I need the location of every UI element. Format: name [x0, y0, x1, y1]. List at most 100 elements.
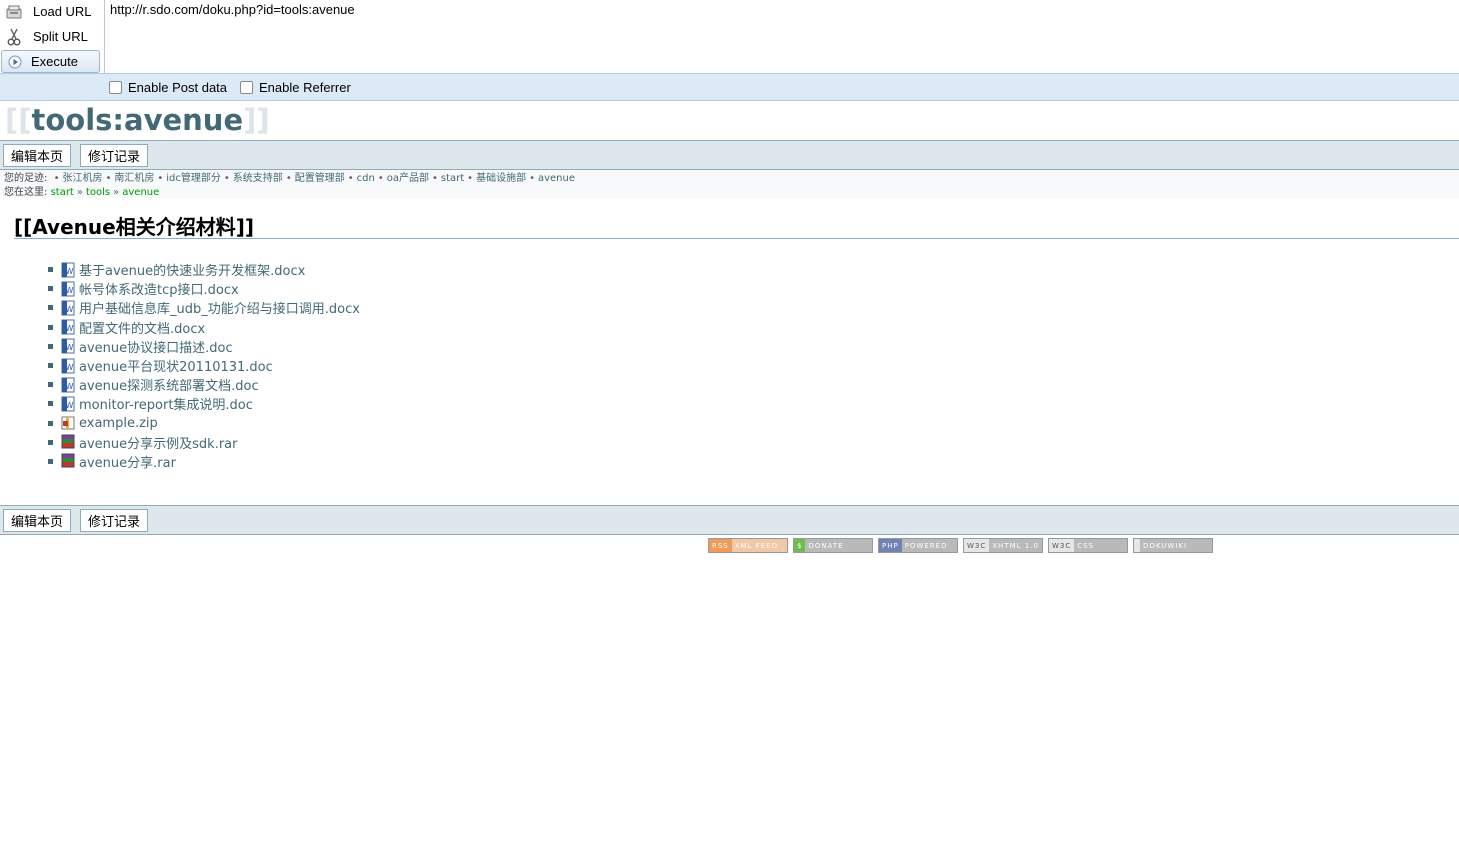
enable-referrer-checkbox[interactable]: [240, 81, 253, 94]
trail-link[interactable]: 张江机房: [62, 173, 102, 184]
list-item: Wavenue探测系统部署文档.doc: [48, 375, 360, 394]
bullet-icon: [48, 305, 53, 311]
footer-badge[interactable]: W3C XHTML 1.0: [963, 538, 1043, 553]
file-link[interactable]: avenue分享示例及sdk.rar: [79, 433, 237, 452]
word-doc-icon: W: [60, 262, 76, 278]
execute-button[interactable]: Execute: [1, 50, 100, 73]
file-link[interactable]: 配置文件的文档.docx: [79, 318, 205, 337]
bullet-icon: [48, 286, 53, 292]
svg-text:W: W: [66, 382, 74, 391]
trail-link[interactable]: avenue: [538, 173, 575, 184]
bottom-button-bar: 编辑本页 修订记录: [0, 505, 1459, 535]
file-link[interactable]: avenue协议接口描述.doc: [79, 337, 233, 356]
list-item: avenue分享.rar: [48, 452, 360, 471]
enable-referrer-option[interactable]: Enable Referrer: [240, 80, 351, 95]
bullet-icon: [48, 363, 53, 369]
badge-right: DONATE: [805, 539, 872, 552]
trace-label: 您的足迹:: [4, 173, 48, 184]
list-item: example.zip: [48, 414, 360, 433]
split-url-label: Split URL: [33, 29, 88, 44]
you-are-here-line: 您在这里: start» tools» avenue: [4, 186, 1459, 200]
here-link[interactable]: tools: [86, 187, 110, 198]
list-item: W 帐号体系改造tcp接口.docx: [48, 279, 360, 298]
trail-separator: •: [53, 173, 60, 184]
trail-separator: •: [467, 173, 474, 184]
svg-text:W: W: [66, 305, 74, 314]
edit-page-button[interactable]: 编辑本页: [3, 144, 72, 167]
rar-archive-icon: [60, 434, 76, 450]
trail-separator: •: [157, 173, 164, 184]
file-link[interactable]: example.zip: [79, 416, 158, 431]
here-link[interactable]: start: [51, 187, 74, 198]
file-link[interactable]: avenue分享.rar: [79, 452, 176, 471]
edit-page-button-bottom[interactable]: 编辑本页: [3, 509, 72, 532]
badge-left: W3C: [1049, 539, 1075, 552]
hackbar-options-bar: Enable Post data Enable Referrer: [0, 73, 1459, 101]
enable-post-label: Enable Post data: [128, 80, 228, 95]
scissors-icon: [4, 27, 24, 47]
file-link[interactable]: 基于avenue的快速业务开发框架.docx: [79, 260, 305, 279]
word-doc-icon: W: [60, 358, 76, 374]
trail-separator: •: [285, 173, 292, 184]
footer-badge[interactable]: RSS XML FEED: [708, 538, 788, 553]
enable-post-option[interactable]: Enable Post data: [109, 80, 227, 95]
load-url-icon: [4, 2, 24, 22]
footer-badge[interactable]: $ DONATE: [793, 538, 873, 553]
trace-line: 您的足迹: • 张江机房 • 南汇机房 • idc管理部分 • 系统支持部 • 配置管理部 • cdn…: [4, 172, 1459, 186]
enable-post-checkbox[interactable]: [109, 81, 122, 94]
section-heading: [[Avenue相关介绍材料]]: [14, 211, 1459, 239]
breadcrumbs: 您的足迹: • 张江机房 • 南汇机房 • idc管理部分 • 系统支持部 • 配置管理部 • cdn…: [0, 170, 1459, 198]
zip-archive-icon: [60, 415, 76, 431]
word-doc-icon: W: [60, 338, 76, 354]
url-textarea[interactable]: http://r.sdo.com/doku.php?id=tools:avenu…: [104, 0, 1459, 73]
badge-left: PHP: [879, 539, 902, 552]
here-separator: »: [113, 187, 120, 198]
bullet-icon: [48, 343, 53, 349]
badge-left: W3C: [964, 539, 990, 552]
trail-link[interactable]: 基础设施部: [476, 173, 526, 184]
page-title[interactable]: [[tools:avenue]]: [5, 103, 270, 137]
trail-link[interactable]: idc管理部分: [166, 173, 221, 184]
trail-link[interactable]: 系统支持部: [233, 173, 283, 184]
trail-link[interactable]: 南汇机房: [114, 173, 154, 184]
revisions-button[interactable]: 修订记录: [80, 144, 149, 167]
svg-text:W: W: [66, 363, 74, 372]
trail-link[interactable]: oa产品部: [387, 173, 429, 184]
badge-right: XHTML 1.0: [989, 539, 1042, 552]
list-item: Wmonitor-report集成说明.doc: [48, 394, 360, 413]
word-doc-icon: W: [60, 396, 76, 412]
trail-separator: •: [105, 173, 112, 184]
footer-badge[interactable]: PHP POWERED: [878, 538, 958, 553]
trail-link[interactable]: start: [441, 173, 464, 184]
file-link[interactable]: avenue平台现状20110131.doc: [79, 356, 273, 375]
execute-label: Execute: [31, 54, 78, 69]
load-url-label: Load URL: [33, 4, 92, 19]
page-title-open-brackets: [[: [5, 103, 32, 137]
you-are-here-label: 您在这里:: [4, 187, 48, 198]
rar-archive-icon: [60, 453, 76, 469]
revisions-button-bottom[interactable]: 修订记录: [80, 509, 149, 532]
file-link[interactable]: avenue探测系统部署文档.doc: [79, 375, 259, 394]
here-link[interactable]: avenue: [122, 187, 159, 198]
badge-right: XML FEED: [731, 539, 787, 552]
file-link[interactable]: 用户基础信息库_udb_功能介绍与接口调用.docx: [79, 298, 360, 317]
url-value: http://r.sdo.com/doku.php?id=tools:avenu…: [110, 2, 355, 17]
list-item: Wavenue协议接口描述.doc: [48, 337, 360, 356]
trail-link[interactable]: 配置管理部: [295, 173, 345, 184]
list-item: W 基于avenue的快速业务开发框架.docx: [48, 260, 360, 279]
svg-text:W: W: [66, 324, 74, 333]
bullet-icon: [48, 267, 53, 273]
load-url-button[interactable]: Load URL: [1, 0, 100, 23]
badge-right: POWERED: [901, 539, 957, 552]
page-title-name[interactable]: tools:avenue: [32, 103, 244, 137]
badge-right: CSS: [1074, 539, 1127, 552]
svg-text:W: W: [66, 267, 74, 276]
footer-badge[interactable]: DOKUWIKI: [1133, 538, 1213, 553]
file-list: W 基于avenue的快速业务开发框架.docx W 帐号体系改造tcp接口.docx…: [48, 260, 360, 471]
split-url-button[interactable]: Split URL: [1, 25, 100, 48]
trail-link[interactable]: cdn: [357, 173, 375, 184]
list-item: avenue分享示例及sdk.rar: [48, 433, 360, 452]
footer-badge[interactable]: W3C CSS: [1048, 538, 1128, 553]
file-link[interactable]: monitor-report集成说明.doc: [79, 394, 253, 413]
file-link[interactable]: 帐号体系改造tcp接口.docx: [79, 279, 239, 298]
